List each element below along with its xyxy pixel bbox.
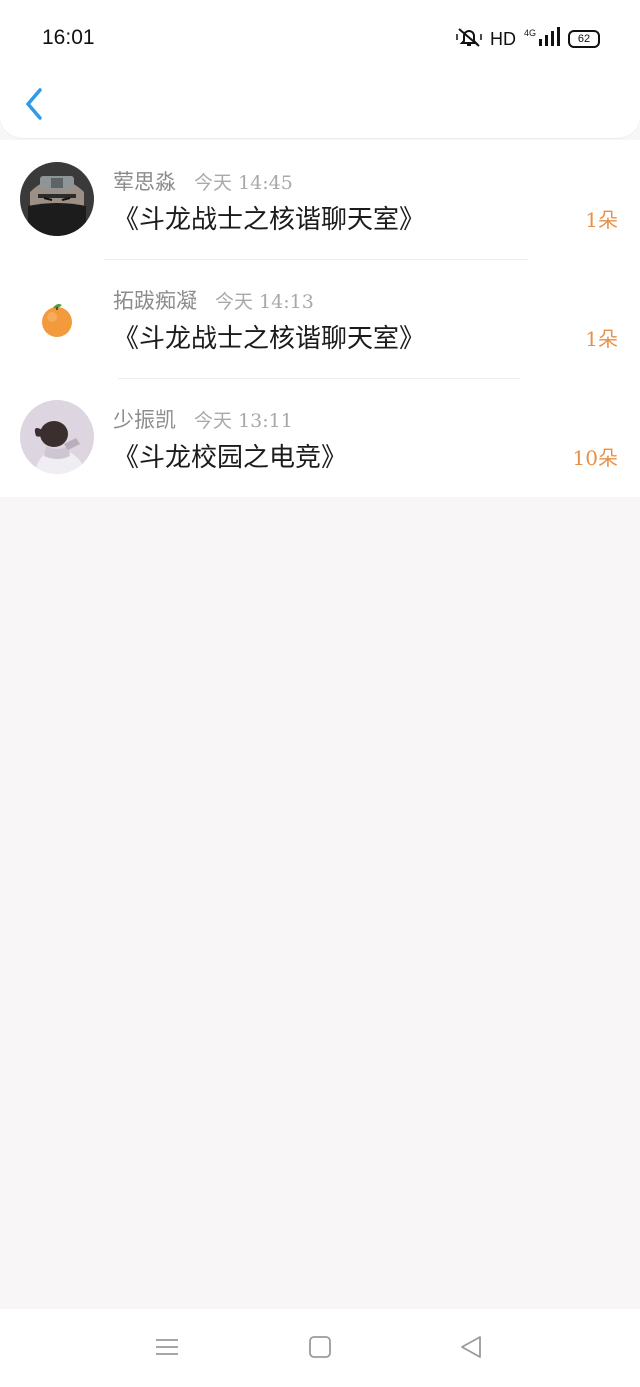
chevron-left-icon [26, 88, 42, 120]
timestamp: 今天 14:13 [215, 287, 314, 314]
room-title: 《斗龙战士之核谐聊天室》 [113, 205, 426, 235]
room-title: 《斗龙战士之核谐聊天室》 [113, 324, 426, 354]
back-triangle-icon [461, 1336, 481, 1358]
list-item[interactable]: 少振凯 今天 13:11 《斗龙校园之电竞》 10朵 [0, 378, 640, 497]
back-button[interactable] [20, 86, 48, 122]
status-time: 16:01 [42, 26, 95, 49]
top-bar: 16:01 HD 4G 62 [0, 0, 640, 138]
network-type: 4G [523, 28, 536, 38]
time-value: 14:45 [238, 172, 293, 194]
home-button[interactable] [304, 1331, 336, 1363]
home-square-icon [309, 1336, 331, 1358]
timestamp: 今天 14:45 [194, 168, 293, 195]
sender-name: 少振凯 [113, 408, 176, 432]
back-nav-button[interactable] [456, 1331, 488, 1363]
person-photo-avatar[interactable] [20, 400, 94, 474]
battery-icon: 62 [568, 30, 600, 48]
status-icons: HD 4G 62 [456, 26, 600, 52]
message-list: 荤思淼 今天 14:45 《斗龙战士之核谐聊天室》 1朵 拓跋痴凝 今天 14:… [0, 140, 640, 497]
mute-bell-icon [456, 26, 482, 52]
timestamp: 今天 13:11 [194, 406, 293, 433]
sender-name: 荤思淼 [113, 170, 176, 194]
menu-icon [156, 1339, 178, 1355]
meta-line: 拓跋痴凝 今天 14:13 [113, 285, 314, 315]
orange-avatar[interactable] [20, 281, 94, 355]
menu-button[interactable] [151, 1331, 183, 1363]
flower-count: 1朵 [585, 208, 618, 232]
date-word: 今天 [194, 410, 233, 432]
flower-count: 10朵 [572, 446, 618, 470]
date-word: 今天 [194, 172, 233, 194]
list-item[interactable]: 拓跋痴凝 今天 14:13 《斗龙战士之核谐聊天室》 1朵 [0, 259, 640, 378]
flower-count: 1朵 [585, 327, 618, 351]
meta-line: 荤思淼 今天 14:45 [113, 166, 293, 196]
meta-line: 少振凯 今天 13:11 [113, 404, 293, 434]
system-nav-bar [0, 1309, 640, 1387]
time-value: 14:13 [259, 291, 314, 313]
hd-label: HD [489, 28, 516, 49]
date-word: 今天 [215, 291, 254, 313]
time-value: 13:11 [238, 410, 293, 432]
sender-name: 拓跋痴凝 [113, 289, 197, 313]
list-item[interactable]: 荤思淼 今天 14:45 《斗龙战士之核谐聊天室》 1朵 [0, 140, 640, 259]
signal-icon [538, 27, 560, 51]
ninja-avatar[interactable] [20, 162, 94, 236]
room-title: 《斗龙校园之电竞》 [113, 443, 348, 473]
